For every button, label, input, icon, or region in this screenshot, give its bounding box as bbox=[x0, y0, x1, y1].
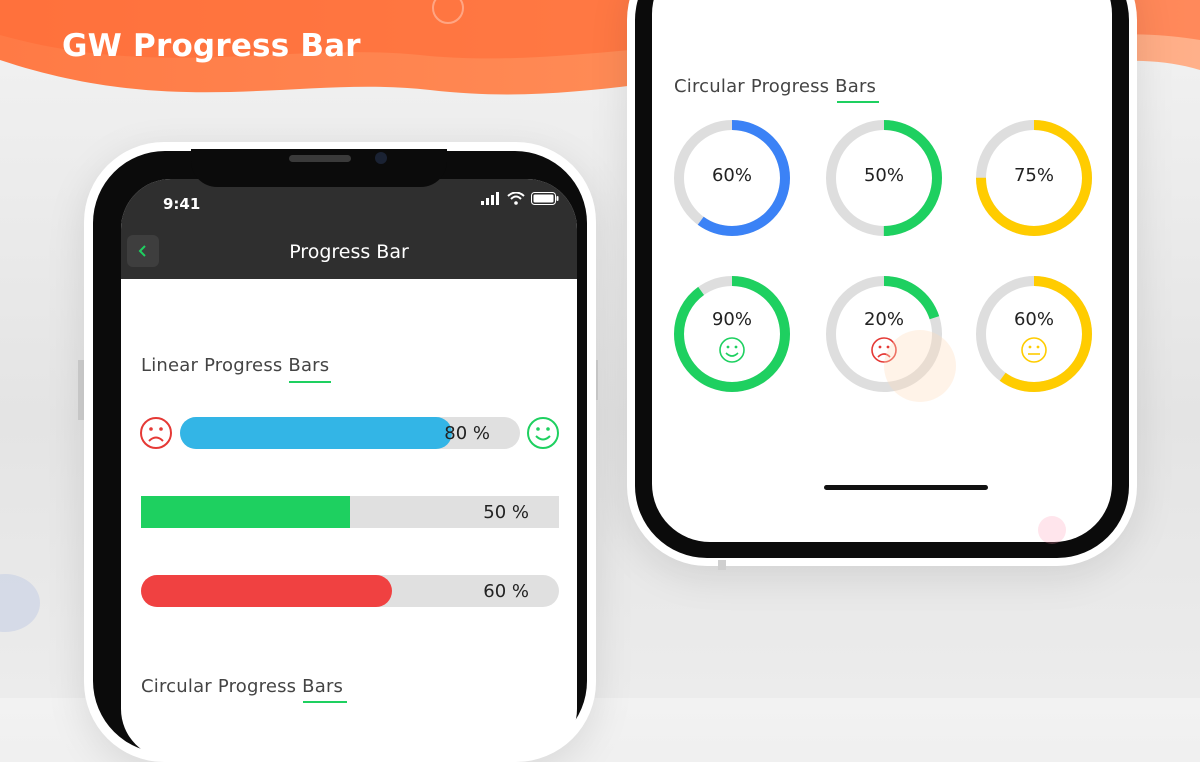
progress-label: 60 % bbox=[483, 581, 529, 602]
linear-progress-bar: 50 % bbox=[141, 496, 559, 528]
happy-face-icon bbox=[719, 337, 745, 363]
phone-side-button bbox=[718, 560, 726, 570]
section-title-emphasis: Bars bbox=[835, 76, 877, 97]
speaker-grille bbox=[289, 155, 351, 162]
ring-percent-label: 90% bbox=[711, 309, 752, 330]
circular-section-title: Circular Progress Bars bbox=[141, 676, 343, 697]
decor-circle bbox=[0, 574, 40, 632]
section-title-emphasis: Bars bbox=[288, 355, 330, 376]
status-icons bbox=[481, 192, 559, 205]
signal-icon bbox=[481, 192, 499, 205]
progress-fill bbox=[180, 417, 452, 449]
phone-left: 9:41 Progress Bar Linear Progress Bars 8… bbox=[84, 142, 596, 762]
section-title-emphasis: Bars bbox=[302, 676, 344, 697]
progress-fill bbox=[141, 575, 392, 607]
banner-title: GW Progress Bar bbox=[62, 28, 361, 64]
decor-glow bbox=[884, 330, 956, 402]
ring-percent-label: 60% bbox=[711, 165, 752, 186]
phone-bezel: 9:41 Progress Bar Linear Progress Bars 8… bbox=[93, 149, 587, 759]
phone-bezel: Circular Progress Bars 60% 50% 75% 90% 20% 60… bbox=[635, 0, 1129, 558]
progress-label: 50 % bbox=[483, 502, 529, 523]
progress-label: 80 % bbox=[444, 423, 490, 444]
happy-face-icon bbox=[527, 417, 559, 449]
decor-circle bbox=[1038, 516, 1066, 544]
phone-screen: Circular Progress Bars 60% 50% 75% 90% 20% 60… bbox=[652, 0, 1112, 542]
circular-progress-ring bbox=[674, 276, 790, 392]
app-bar: 9:41 Progress Bar bbox=[121, 179, 577, 279]
section-title-text: Circular Progress bbox=[674, 76, 836, 97]
neutral-face-icon bbox=[1021, 337, 1047, 363]
ring-percent-label: 75% bbox=[1013, 165, 1054, 186]
circular-section-title: Circular Progress Bars bbox=[674, 76, 876, 97]
ring-percent-label: 60% bbox=[1013, 309, 1054, 330]
section-underline bbox=[289, 381, 331, 383]
section-underline bbox=[303, 701, 347, 703]
battery-icon bbox=[531, 192, 559, 205]
phone-right: Circular Progress Bars 60% 50% 75% 90% 20% 60… bbox=[627, 0, 1137, 566]
linear-section-title: Linear Progress Bars bbox=[141, 355, 329, 376]
camera-icon bbox=[375, 152, 387, 164]
linear-progress-bar: 60 % bbox=[141, 575, 559, 607]
section-underline bbox=[837, 101, 879, 103]
home-indicator bbox=[824, 485, 988, 490]
phone-notch bbox=[191, 149, 447, 187]
status-time: 9:41 bbox=[163, 195, 201, 213]
circular-progress-ring bbox=[976, 276, 1092, 392]
linear-progress-bar: 80 % bbox=[180, 417, 520, 449]
section-title-text: Linear Progress bbox=[141, 355, 289, 376]
ring-progress-arc bbox=[674, 276, 790, 392]
page-title: Progress Bar bbox=[289, 241, 409, 263]
phone-screen: 9:41 Progress Bar Linear Progress Bars 8… bbox=[121, 179, 577, 759]
sad-face-icon bbox=[140, 417, 172, 449]
ring-percent-label: 50% bbox=[863, 165, 904, 186]
ring-percent-label: 20% bbox=[863, 309, 904, 330]
wifi-icon bbox=[507, 192, 525, 205]
section-title-text: Circular Progress bbox=[141, 676, 303, 697]
progress-fill bbox=[141, 496, 350, 528]
